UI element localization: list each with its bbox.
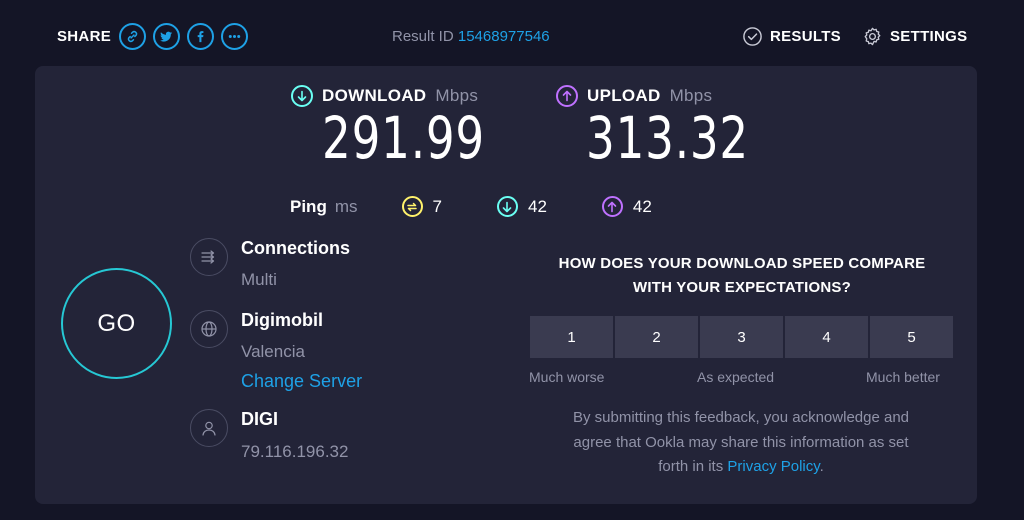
ping-download-value: 42	[527, 196, 547, 216]
server-name: Digimobil	[241, 310, 323, 330]
download-latency-icon	[496, 196, 518, 217]
top-bar: SHARE Result ID 15468977546 RESULTS SETT…	[0, 0, 1024, 70]
rating-label-mid: As expected	[697, 369, 775, 385]
rating-button-2[interactable]: 2	[615, 316, 698, 358]
results-button[interactable]: RESULTS	[742, 26, 841, 47]
share-label: SHARE	[57, 28, 112, 45]
rating-button-3[interactable]: 3	[700, 316, 783, 358]
rating-button-5[interactable]: 5	[870, 316, 953, 358]
rating-label-low: Much worse	[529, 369, 605, 385]
upload-latency-icon	[601, 196, 623, 217]
download-speed-value: 291.99	[322, 104, 485, 172]
download-label: DOWNLOAD	[322, 86, 427, 105]
disclaimer-prefix: forth in its	[658, 458, 728, 475]
disclaimer-line3: forth in its Privacy Policy.	[536, 455, 946, 480]
ping-unit: ms	[334, 196, 358, 216]
settings-button[interactable]: SETTINGS	[862, 26, 967, 47]
upload-speed-value: 313.32	[586, 104, 749, 172]
more-icon[interactable]	[221, 23, 248, 50]
ping-upload-value: 42	[632, 196, 652, 216]
share-icons	[119, 23, 248, 50]
rating-scale: 1 2 3 4 5	[530, 316, 953, 358]
server-location: Valencia	[241, 342, 305, 361]
check-circle-icon	[743, 27, 762, 46]
ping-upload: 42	[601, 196, 652, 217]
change-server-link[interactable]: Change Server	[241, 371, 362, 392]
globe-icon	[190, 310, 228, 348]
disclaimer-line2: agree that Ookla may share this informat…	[573, 433, 909, 451]
connections-value: Multi	[241, 270, 277, 289]
ping-label: Ping	[290, 196, 327, 216]
result-id-label: Result ID	[392, 28, 454, 45]
go-button[interactable]: GO	[61, 268, 172, 379]
twitter-icon[interactable]	[153, 23, 180, 50]
survey-question: HOW DOES YOUR DOWNLOAD SPEED COMPARE WIT…	[520, 252, 964, 300]
result-id-link[interactable]: 15468977546	[458, 28, 550, 45]
ping-row: Ping ms 7 42 42	[290, 196, 707, 217]
rating-label-high: Much better	[866, 369, 940, 385]
upload-arrow-icon	[556, 85, 578, 107]
download-arrow-icon	[291, 85, 313, 107]
survey-question-line1: HOW DOES YOUR DOWNLOAD SPEED COMPARE	[558, 255, 926, 272]
result-id: Result ID 15468977546	[392, 28, 550, 45]
ping-idle-value: 7	[432, 196, 442, 216]
isp-name: DIGI	[241, 409, 279, 429]
ping-download: 42	[496, 196, 547, 217]
ping-idle: 7	[401, 196, 442, 217]
idle-latency-icon	[401, 196, 423, 217]
disclaimer-suffix: .	[819, 458, 824, 475]
rating-button-1[interactable]: 1	[530, 316, 613, 358]
settings-label: SETTINGS	[890, 28, 968, 45]
disclaimer-line1: By submitting this feedback, you acknowl…	[572, 409, 910, 426]
isp-ip: 79.116.196.32	[241, 442, 349, 461]
privacy-policy-link[interactable]: Privacy Policy	[727, 458, 819, 475]
rating-button-4[interactable]: 4	[785, 316, 868, 358]
user-icon	[190, 409, 228, 447]
survey-question-line2: WITH YOUR EXPECTATIONS?	[633, 279, 851, 296]
download-unit: Mbps	[435, 86, 479, 105]
upload-unit: Mbps	[669, 86, 713, 105]
results-label: RESULTS	[770, 28, 841, 45]
gear-icon	[864, 27, 881, 46]
upload-label: UPLOAD	[587, 86, 661, 105]
feedback-disclaimer: By submitting this feedback, you acknowl…	[536, 406, 946, 480]
link-icon[interactable]	[119, 23, 146, 50]
facebook-icon[interactable]	[187, 23, 214, 50]
connections-icon[interactable]	[190, 238, 228, 276]
connections-title: Connections	[241, 238, 351, 258]
